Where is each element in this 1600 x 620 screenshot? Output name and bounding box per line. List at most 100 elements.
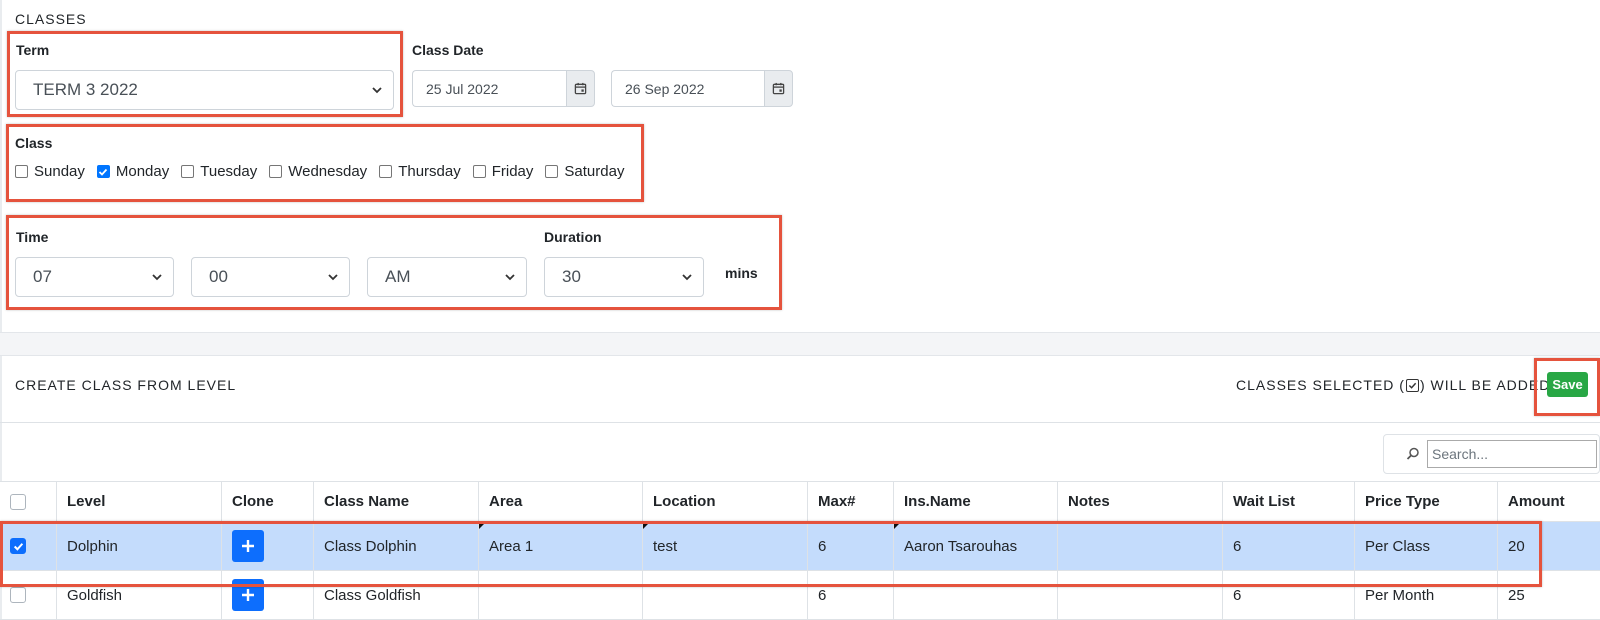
select-all-checkbox[interactable] — [10, 493, 26, 510]
date-end-group: 26 Sep 2022 — [611, 70, 793, 107]
col-notes[interactable]: Notes — [1058, 482, 1223, 521]
check-icon — [99, 168, 108, 176]
cell-area[interactable] — [479, 571, 643, 619]
search-box: Search... — [1383, 434, 1600, 474]
cell-area-value: Area 1 — [489, 537, 534, 555]
minute-select-value: 00 — [209, 267, 228, 286]
duration-label: Duration — [544, 229, 602, 245]
plus-icon — [242, 589, 254, 601]
date-start-group: 25 Jul 2022 — [412, 70, 595, 107]
day-friday-checkbox[interactable] — [472, 165, 486, 178]
cell-clone — [222, 571, 314, 619]
cell-max[interactable]: 6 — [808, 522, 894, 570]
col-area[interactable]: Area — [479, 482, 643, 521]
day-sunday-label: Sunday — [34, 163, 85, 180]
chevron-down-icon — [152, 274, 162, 281]
col-price-type[interactable]: Price Type — [1355, 482, 1498, 521]
editable-corner-icon — [479, 522, 486, 529]
header-select-all[interactable] — [0, 482, 57, 521]
class-date-label: Class Date — [412, 42, 484, 58]
row-checkbox[interactable] — [10, 538, 26, 554]
day-wednesday-label: Wednesday — [288, 163, 368, 180]
ampm-select-value: AM — [385, 267, 411, 286]
day-friday[interactable]: Friday — [472, 163, 534, 180]
cell-amount[interactable]: 25 — [1498, 571, 1600, 619]
date-start-calendar-button[interactable] — [566, 70, 595, 107]
editable-corner-icon — [894, 522, 901, 529]
row-select-cell[interactable] — [0, 522, 57, 570]
cell-notes[interactable] — [1058, 522, 1223, 570]
table-row[interactable]: Dolphin Class Dolphin Area 1 test 6 Aaro… — [0, 522, 1600, 571]
day-tuesday-checkbox[interactable] — [181, 165, 195, 178]
date-end-input[interactable]: 26 Sep 2022 — [611, 70, 764, 107]
table-row[interactable]: Goldfish Class Goldfish 6 6 Per Month 25 — [0, 571, 1600, 620]
duration-select[interactable]: 30 — [544, 257, 704, 297]
day-sunday-checkbox[interactable] — [15, 165, 28, 178]
plus-icon — [242, 540, 254, 552]
col-level[interactable]: Level — [57, 482, 222, 521]
search-icon — [1406, 447, 1419, 460]
col-amount[interactable]: Amount — [1498, 482, 1600, 521]
col-max[interactable]: Max# — [808, 482, 894, 521]
clone-button[interactable] — [232, 579, 264, 611]
hour-select-value: 07 — [33, 267, 52, 286]
day-thursday-checkbox[interactable] — [379, 165, 393, 178]
search-input[interactable]: Search... — [1427, 440, 1597, 468]
cell-max[interactable]: 6 — [808, 571, 894, 619]
row-select-cell[interactable] — [0, 571, 57, 619]
day-friday-label: Friday — [491, 163, 534, 180]
col-location[interactable]: Location — [643, 482, 808, 521]
col-ins-name[interactable]: Ins.Name — [894, 482, 1058, 521]
notice-prefix: CLASSES SELECTED ( — [1236, 377, 1405, 393]
day-sunday[interactable]: Sunday — [15, 163, 85, 180]
day-tuesday[interactable]: Tuesday — [181, 163, 257, 180]
term-select[interactable]: TERM 3 2022 — [15, 70, 394, 110]
day-saturday[interactable]: Saturday — [545, 163, 624, 180]
cell-wait-list[interactable]: 6 — [1223, 571, 1355, 619]
date-start-input[interactable]: 25 Jul 2022 — [412, 70, 566, 107]
date-end-calendar-button[interactable] — [764, 70, 793, 107]
day-saturday-checkbox[interactable] — [545, 165, 559, 178]
term-select-value: TERM 3 2022 — [33, 80, 138, 99]
col-clone[interactable]: Clone — [222, 482, 314, 521]
cell-area[interactable]: Area 1 — [479, 522, 643, 570]
cell-wait-list[interactable]: 6 — [1223, 522, 1355, 570]
col-wait-list[interactable]: Wait List — [1223, 482, 1355, 521]
cell-class-name[interactable]: Class Dolphin — [314, 522, 479, 570]
hour-select[interactable]: 07 — [15, 257, 174, 297]
chevron-down-icon — [328, 274, 338, 281]
col-class-name[interactable]: Class Name — [314, 482, 479, 521]
day-monday[interactable]: Monday — [96, 163, 169, 180]
header-divider — [0, 422, 1600, 423]
cell-location[interactable]: test — [643, 522, 808, 570]
checkbox-checked-icon — [1405, 378, 1419, 392]
calendar-icon — [772, 82, 785, 95]
ampm-select[interactable]: AM — [367, 257, 527, 297]
day-thursday-label: Thursday — [398, 163, 461, 180]
row-checkbox[interactable] — [10, 587, 26, 603]
day-saturday-label: Saturday — [564, 163, 625, 180]
cell-price-type[interactable]: Per Month — [1355, 571, 1498, 619]
section-divider — [0, 332, 1600, 356]
create-section-title: CREATE CLASS FROM LEVEL — [15, 377, 237, 393]
cell-amount[interactable]: 20 — [1498, 522, 1600, 570]
cell-ins-name-value: Aaron Tsarouhas — [904, 537, 1018, 555]
cell-ins-name[interactable]: Aaron Tsarouhas — [894, 522, 1058, 570]
minute-select[interactable]: 00 — [191, 257, 350, 297]
cell-location-value: test — [653, 537, 678, 555]
term-label: Term — [16, 42, 50, 58]
cell-notes[interactable] — [1058, 571, 1223, 619]
cell-location[interactable] — [643, 571, 808, 619]
check-icon — [13, 542, 23, 551]
day-wednesday[interactable]: Wednesday — [269, 163, 367, 180]
cell-price-type[interactable]: Per Class — [1355, 522, 1498, 570]
day-monday-checkbox[interactable] — [96, 165, 110, 178]
calendar-icon — [574, 82, 587, 95]
day-thursday[interactable]: Thursday — [379, 163, 461, 180]
clone-button[interactable] — [232, 530, 264, 562]
save-button[interactable]: Save — [1547, 372, 1588, 397]
day-wednesday-checkbox[interactable] — [269, 165, 283, 178]
duration-select-value: 30 — [562, 267, 581, 286]
cell-class-name[interactable]: Class Goldfish — [314, 571, 479, 619]
cell-ins-name[interactable] — [894, 571, 1058, 619]
